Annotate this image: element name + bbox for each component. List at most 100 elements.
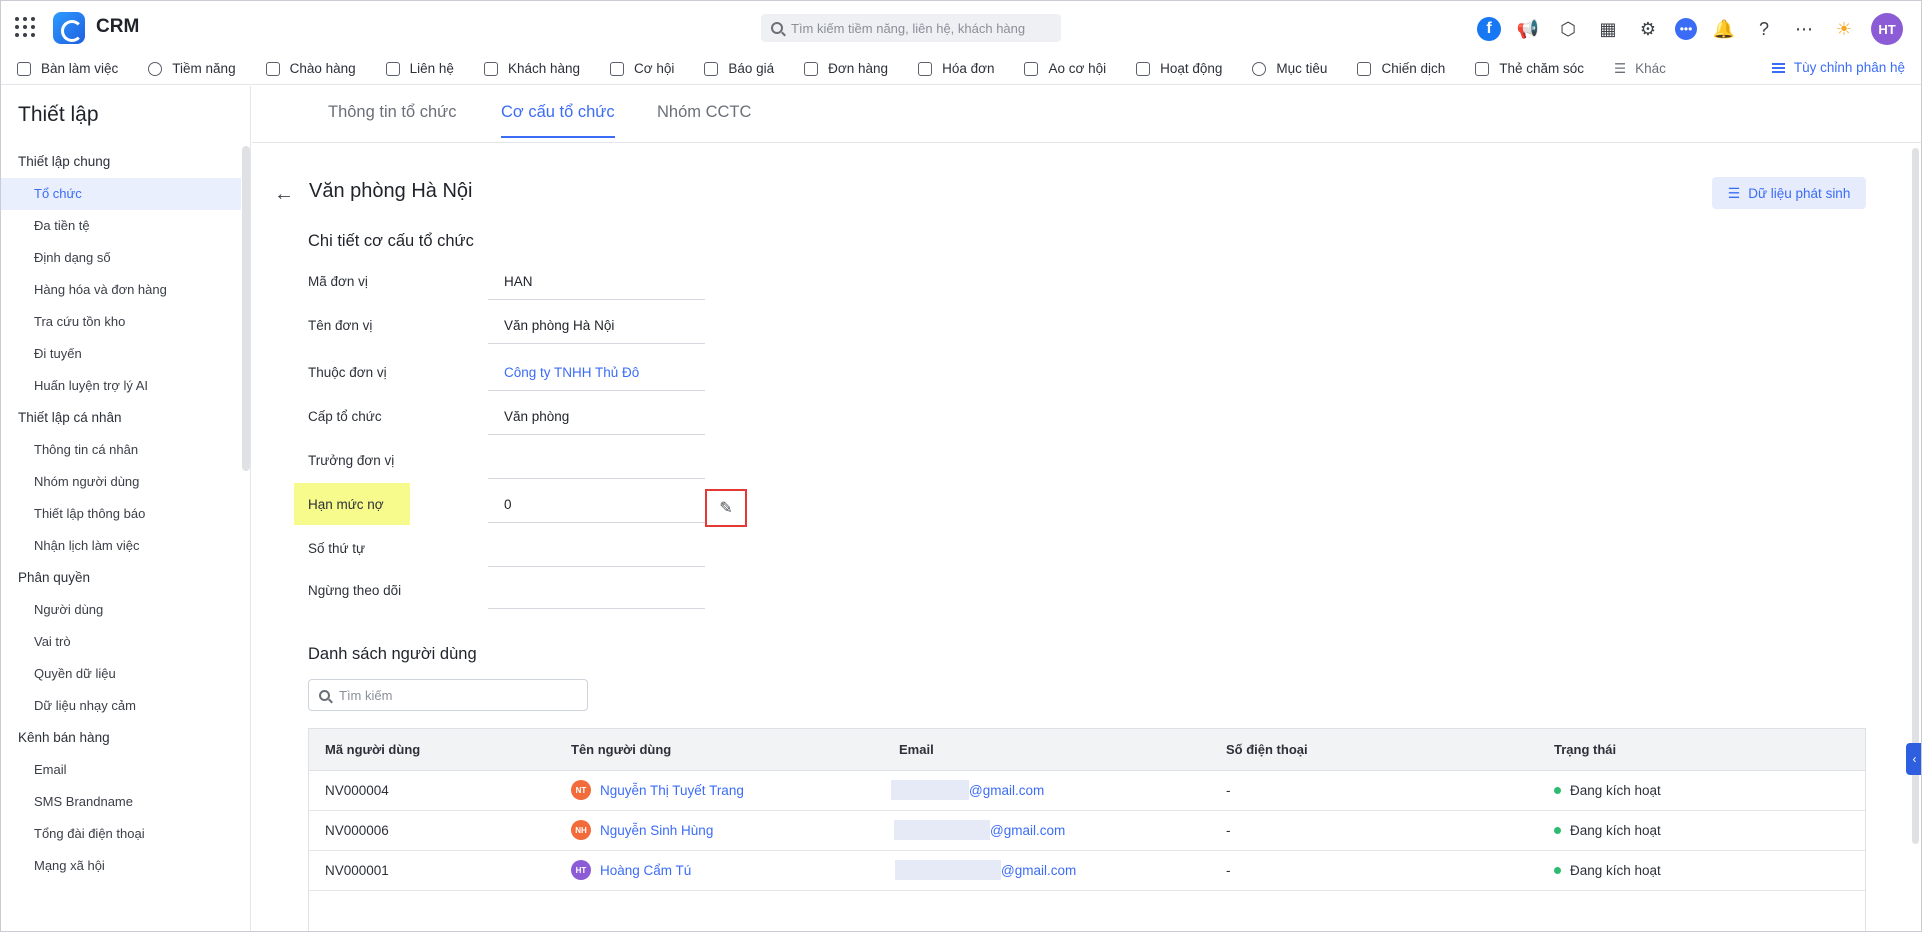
pencil-icon: ✎ <box>719 500 733 517</box>
app-launcher-icon[interactable] <box>15 17 35 37</box>
sidebar-item-mang-xa-hoi[interactable]: Mạng xã hội <box>1 850 241 882</box>
sidebar-item-quyen-du-lieu[interactable]: Quyền dữ liệu <box>1 658 241 690</box>
nav-item-tiem-nang[interactable]: Tiềm năng <box>148 61 236 76</box>
calendar-icon[interactable]: ▦ <box>1595 16 1621 42</box>
nav-item-khac[interactable]: ☰ Khác <box>1614 61 1666 77</box>
field-value <box>488 573 705 609</box>
generated-data-button[interactable]: ☰ Dữ liệu phát sinh <box>1712 177 1866 209</box>
user-phone: - <box>1226 863 1231 878</box>
table-row[interactable]: NV000004 NT Nguyễn Thị Tuyết Trang @gmai… <box>309 771 1865 811</box>
main-content: Thông tin tổ chức Cơ cấu tổ chức Nhóm CC… <box>252 86 1921 931</box>
user-avatar[interactable]: HT <box>1871 13 1903 45</box>
sidebar-item-thong-tin-ca-nhan[interactable]: Thông tin cá nhân <box>1 434 241 466</box>
sidebar-item-tong-dai[interactable]: Tổng đài điện thoại <box>1 818 241 850</box>
nav-item-ao-co-hoi[interactable]: Ao cơ hội <box>1024 61 1106 76</box>
sun-icon[interactable]: ☀ <box>1831 16 1857 42</box>
users-title: Danh sách người dùng <box>308 645 477 663</box>
field-label: Tên đơn vị <box>308 318 373 333</box>
sidebar-group-label: Thiết lập cá nhân <box>18 410 122 425</box>
sidebar-item-email[interactable]: Email <box>1 754 241 786</box>
user-name-link[interactable]: HT Hoàng Cẩm Tú <box>571 860 691 880</box>
user-name-link[interactable]: NH Nguyễn Sinh Hùng <box>571 820 713 840</box>
funnel-icon <box>1024 61 1039 76</box>
tab-nhom-cctc[interactable]: Nhóm CCTC <box>657 103 751 136</box>
sidebar-item-nguoi-dung[interactable]: Người dùng <box>1 594 241 626</box>
megaphone-icon[interactable]: 📢 <box>1515 16 1541 42</box>
box-icon[interactable]: ⬡ <box>1555 16 1581 42</box>
sidebar-item-dinh-dang-so[interactable]: Định dạng số <box>1 242 241 274</box>
field-cap-to-chuc: Cấp tổ chức Văn phòng <box>308 399 728 435</box>
field-label: Số thứ tự <box>308 541 366 556</box>
sidebar-item-huan-luyen-ai[interactable]: Huấn luyện trợ lý AI <box>1 370 241 402</box>
nav-item-co-hoi[interactable]: Cơ hội <box>610 61 674 76</box>
more-icon[interactable]: ⋯ <box>1791 16 1817 42</box>
field-label: Ngừng theo dõi <box>308 583 402 598</box>
table-header: Mã người dùng Tên người dùng Email Số đi… <box>309 729 1865 771</box>
sidebar-item-sms-brandname[interactable]: SMS Brandname <box>1 786 241 818</box>
user-email[interactable]: @gmail.com <box>894 820 1065 840</box>
table-row[interactable]: NV000006 NH Nguyễn Sinh Hùng @gmail.com … <box>309 811 1865 851</box>
sidebar-item-nhan-lich[interactable]: Nhận lịch làm việc <box>1 530 241 562</box>
sidebar-scrollbar[interactable] <box>242 146 250 471</box>
nav-item-ban-lam-viec[interactable]: Bàn làm việc <box>17 61 118 76</box>
contact-icon <box>385 61 400 76</box>
sidebar-item-tra-cuu-ton-kho[interactable]: Tra cứu tồn kho <box>1 306 241 338</box>
parent-unit-link[interactable]: Công ty TNHH Thủ Đô <box>488 355 705 391</box>
global-search-input[interactable]: Tìm kiếm tiềm năng, liên hệ, khách hàng <box>761 14 1061 42</box>
back-arrow-icon[interactable]: ← <box>274 183 294 206</box>
sidebar-item-thiet-lap-thong-bao[interactable]: Thiết lập thông báo <box>1 498 241 530</box>
nav-item-chien-dich[interactable]: Chiến dịch <box>1357 61 1445 76</box>
sidebar-title: Thiết lập <box>18 103 99 126</box>
main-scrollbar[interactable] <box>1912 148 1919 844</box>
collapse-panel-chevron-icon[interactable]: ‹ <box>1906 743 1921 775</box>
help-icon[interactable]: ? <box>1751 16 1777 42</box>
nav-item-muc-tieu[interactable]: Mục tiêu <box>1252 61 1327 76</box>
field-label: Trưởng đơn vị <box>308 453 395 468</box>
module-nav: Bàn làm việc Tiềm năng Chào hàng Liên hệ… <box>1 53 1921 85</box>
crm-logo-icon[interactable] <box>53 12 85 44</box>
sidebar-item-to-chuc[interactable]: Tổ chức <box>1 178 241 210</box>
user-initials-avatar: NT <box>571 780 591 800</box>
sidebar-item-nhom-nguoi-dung[interactable]: Nhóm người dùng <box>1 466 241 498</box>
user-status: Đang kích hoạt <box>1554 823 1661 838</box>
customize-modules-link[interactable]: Tùy chỉnh phân hệ <box>1771 60 1905 75</box>
nav-item-bao-gia[interactable]: Báo giá <box>704 61 774 76</box>
sidebar-item-vai-tro[interactable]: Vai trò <box>1 626 241 658</box>
user-phone: - <box>1226 783 1231 798</box>
nav-item-hoat-dong[interactable]: Hoạt động <box>1136 61 1222 76</box>
user-email[interactable]: @gmail.com <box>891 780 1044 800</box>
edit-debt-limit-button[interactable]: ✎ <box>705 489 747 527</box>
redacted-email-mask <box>891 780 969 800</box>
sidebar-item-da-tien-te[interactable]: Đa tiền tệ <box>1 210 241 242</box>
user-name-link[interactable]: NT Nguyễn Thị Tuyết Trang <box>571 780 744 800</box>
nav-item-chao-hang[interactable]: Chào hàng <box>265 61 356 76</box>
section-title: Chi tiết cơ cấu tổ chức <box>308 232 474 250</box>
sidebar-item-du-lieu-nhay-cam[interactable]: Dữ liệu nhạy cảm <box>1 690 241 722</box>
user-initials-avatar: HT <box>571 860 591 880</box>
nav-item-hoa-don[interactable]: Hóa đơn <box>918 61 994 76</box>
status-dot-icon <box>1554 867 1561 874</box>
tab-co-cau-to-chuc[interactable]: Cơ cấu tổ chức <box>501 103 615 138</box>
sidebar-item-di-tuyen[interactable]: Đi tuyến <box>1 338 241 370</box>
field-han-muc-no: Hạn mức nợ 0 <box>308 487 728 523</box>
nav-item-don-hang[interactable]: Đơn hàng <box>804 61 888 76</box>
cart-icon <box>804 61 819 76</box>
bell-icon[interactable]: 🔔 <box>1711 16 1737 42</box>
page-title: Văn phòng Hà Nội <box>309 180 473 202</box>
field-ngung-theo-doi: Ngừng theo dõi <box>308 573 728 609</box>
tab-thong-tin-to-chuc[interactable]: Thông tin tổ chức <box>328 103 456 136</box>
settings-sidebar: Thiết lập Thiết lập chung Tổ chức Đa tiề… <box>1 86 251 931</box>
app-brand: CRM <box>96 16 140 37</box>
user-initials-avatar: NH <box>571 820 591 840</box>
chat-icon[interactable]: ••• <box>1675 18 1697 40</box>
nav-item-khach-hang[interactable]: Khách hàng <box>483 61 580 76</box>
user-search-input[interactable]: Tìm kiếm <box>308 679 588 711</box>
sidebar-item-hang-hoa[interactable]: Hàng hóa và đơn hàng <box>1 274 241 306</box>
nav-item-lien-he[interactable]: Liên hệ <box>385 61 454 76</box>
facebook-icon[interactable]: f <box>1477 17 1501 41</box>
table-row[interactable]: NV000001 HT Hoàng Cẩm Tú @gmail.com - Đa… <box>309 851 1865 891</box>
gear-icon[interactable]: ⚙ <box>1635 16 1661 42</box>
nav-item-the-cham-soc[interactable]: Thẻ chăm sóc <box>1475 61 1584 76</box>
user-email[interactable]: @gmail.com <box>895 860 1076 880</box>
search-icon <box>771 22 783 34</box>
